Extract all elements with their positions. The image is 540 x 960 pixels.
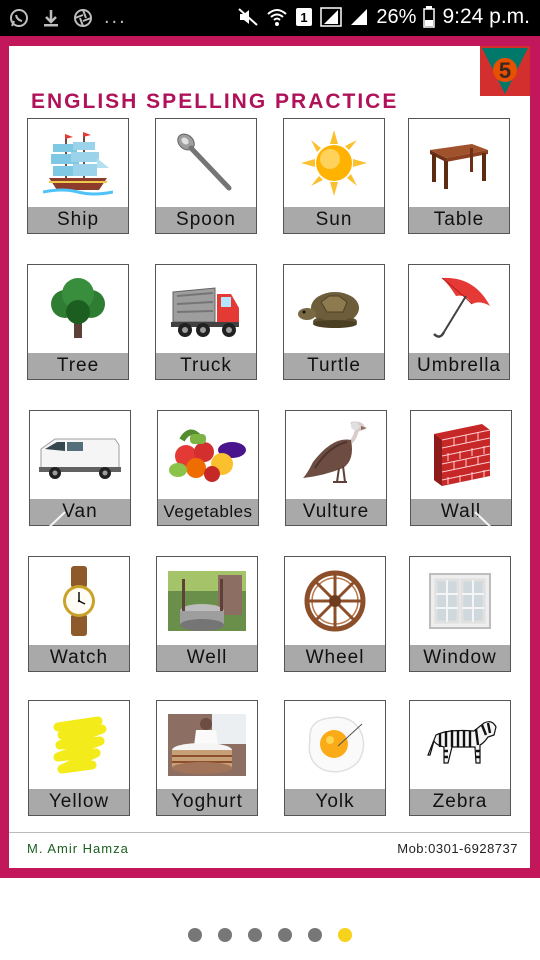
page-dot[interactable] (188, 928, 202, 942)
page-frame: ENGLISH SPELLING PRACTICE 5 Ship Spoon S… (0, 36, 540, 878)
word-card-wheel[interactable]: Wheel (284, 556, 386, 672)
vegetables-icon (158, 411, 258, 499)
mute-icon (237, 7, 259, 27)
egg-yolk-icon (285, 701, 385, 789)
whatsapp-icon (8, 7, 30, 29)
word-card-watch[interactable]: Watch (28, 556, 130, 672)
signal-icon (320, 7, 343, 27)
word-label: Sun (284, 207, 384, 233)
signal-icon-2 (349, 7, 369, 27)
content-card: ENGLISH SPELLING PRACTICE 5 Ship Spoon S… (9, 46, 530, 868)
word-label: Zebra (410, 789, 510, 815)
contact-number: Mob:0301-6928737 (397, 841, 518, 856)
more-notifications: ... (104, 6, 127, 28)
clock: 9:24 p.m. (442, 5, 530, 28)
author-name: M. Amir Hamza (27, 841, 129, 856)
word-label: Wheel (285, 645, 385, 671)
download-icon (40, 7, 62, 29)
word-label: Ship (28, 207, 128, 233)
word-card-turtle[interactable]: Turtle (283, 264, 385, 380)
table-icon (409, 119, 509, 207)
page-number: 5 (499, 58, 511, 83)
window-icon (410, 557, 510, 645)
page-indicator (0, 928, 540, 946)
word-label: Tree (28, 353, 128, 379)
watch-icon (29, 557, 129, 645)
word-card-yoghurt[interactable]: Yoghurt (156, 700, 258, 816)
page-number-badge: 5 (480, 46, 530, 96)
ship-icon (28, 119, 128, 207)
truck-icon (156, 265, 256, 353)
status-bar: ... 1 26% 9:24 p.m. (0, 0, 540, 36)
word-card-sun[interactable]: Sun (283, 118, 385, 234)
vulture-icon (286, 411, 386, 499)
yoghurt-icon (157, 701, 257, 789)
battery-icon (423, 6, 436, 28)
word-label: Truck (156, 353, 256, 379)
word-label: Spoon (156, 207, 256, 233)
van-icon (30, 411, 130, 499)
word-card-window[interactable]: Window (409, 556, 511, 672)
page-dot[interactable] (248, 928, 262, 942)
word-card-vegetables[interactable]: Vegetables (157, 410, 259, 526)
wifi-icon (266, 7, 288, 27)
word-card-well[interactable]: Well (156, 556, 258, 672)
word-label: Yolk (285, 789, 385, 815)
word-grid: Ship Spoon Sun Table Tree Truck Turtle U… (27, 118, 513, 818)
page-dot-active[interactable] (338, 928, 352, 942)
zebra-icon (410, 701, 510, 789)
status-bar-system: 1 26% 9:24 p.m. (237, 5, 530, 29)
page-dot[interactable] (278, 928, 292, 942)
brick-wall-icon (411, 411, 511, 499)
word-card-ship[interactable]: Ship (27, 118, 129, 234)
word-label: Vegetables (158, 499, 258, 525)
word-card-umbrella[interactable]: Umbrella (408, 264, 510, 380)
word-label: Yoghurt (157, 789, 257, 815)
word-card-tree[interactable]: Tree (27, 264, 129, 380)
word-label: Turtle (284, 353, 384, 379)
spoon-icon (156, 119, 256, 207)
status-bar-notifications: ... (8, 6, 127, 29)
footer-divider (9, 832, 530, 833)
sun-icon (284, 119, 384, 207)
word-card-table[interactable]: Table (408, 118, 510, 234)
word-label: Umbrella (409, 353, 509, 379)
tree-icon (28, 265, 128, 353)
well-icon (157, 557, 257, 645)
page-title: ENGLISH SPELLING PRACTICE (31, 90, 399, 113)
word-card-vulture[interactable]: Vulture (285, 410, 387, 526)
page-dot[interactable] (218, 928, 232, 942)
turtle-icon (284, 265, 384, 353)
word-label: Window (410, 645, 510, 671)
wheel-icon (285, 557, 385, 645)
camera-aperture-icon (72, 7, 94, 29)
word-card-truck[interactable]: Truck (155, 264, 257, 380)
battery-percent: 26% (376, 5, 417, 28)
word-label: Yellow (29, 789, 129, 815)
sim-icon: 1 (295, 7, 313, 27)
next-arrow-icon[interactable] (471, 508, 501, 558)
word-card-spoon[interactable]: Spoon (155, 118, 257, 234)
word-card-yellow[interactable]: Yellow (28, 700, 130, 816)
word-label: Vulture (286, 499, 386, 525)
word-card-zebra[interactable]: Zebra (409, 700, 511, 816)
word-label: Table (409, 207, 509, 233)
umbrella-icon (409, 265, 509, 353)
page-dot[interactable] (308, 928, 322, 942)
word-label: Well (157, 645, 257, 671)
word-card-yolk[interactable]: Yolk (284, 700, 386, 816)
yellow-scribble-icon (29, 701, 129, 789)
sim-number: 1 (301, 10, 308, 25)
word-label: Watch (29, 645, 129, 671)
previous-arrow-icon[interactable] (39, 508, 69, 558)
